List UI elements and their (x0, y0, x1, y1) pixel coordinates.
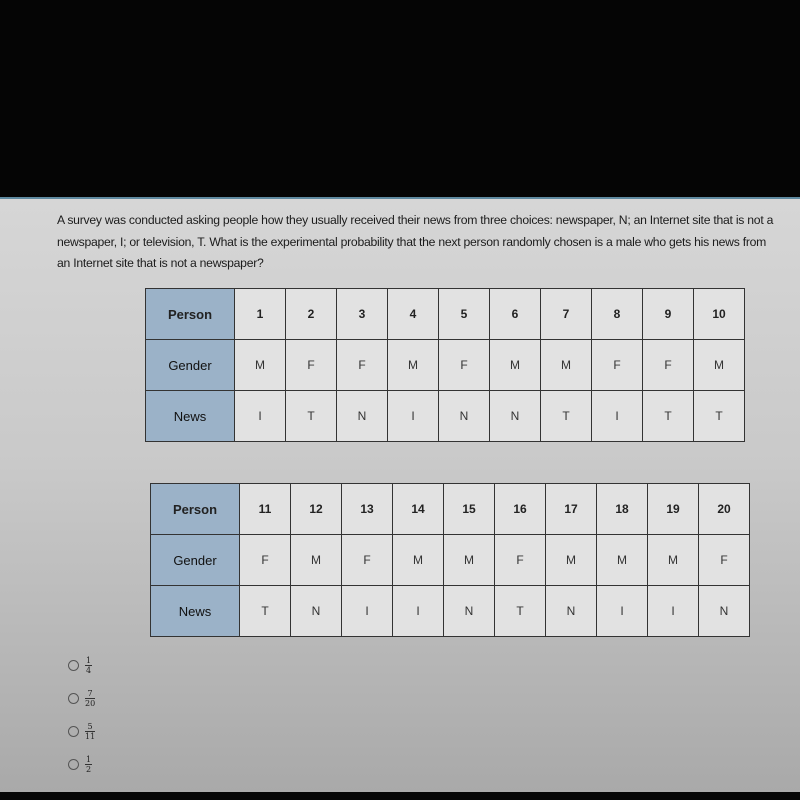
denominator: 2 (85, 765, 92, 774)
news-row: News ITNINNTITT (145, 390, 745, 442)
gender-cell: F (336, 339, 388, 391)
news-cell: N (489, 390, 541, 442)
gender-cell: M (387, 339, 439, 391)
person-cell: 6 (489, 288, 541, 340)
denominator: 11 (85, 732, 96, 741)
radio-button[interactable] (68, 759, 79, 770)
gender-cell: M (290, 534, 342, 586)
person-row: Person 1 2 3 4 5 6 7 8 9 10 (145, 288, 745, 340)
row-label-gender: Gender (145, 339, 235, 391)
answer-option-2[interactable]: 7 20 (68, 682, 96, 715)
row-label-gender: Gender (150, 534, 240, 586)
radio-button[interactable] (68, 726, 79, 737)
survey-table-2: Person 11 12 13 14 15 16 17 18 19 20 Gender FMFMM… (150, 483, 750, 637)
news-cell: T (642, 390, 694, 442)
gender-cell: M (234, 339, 286, 391)
gender-row: Gender MFFMFMMFFM (145, 339, 745, 391)
gender-cell: M (647, 534, 699, 586)
numerator: 7 (87, 689, 93, 698)
news-cell: I (392, 585, 444, 637)
news-cell: T (239, 585, 291, 637)
fraction: 7 20 (85, 689, 96, 708)
person-cell: 3 (336, 288, 388, 340)
radio-button[interactable] (68, 693, 79, 704)
fraction: 5 11 (85, 722, 96, 741)
news-cell: N (443, 585, 495, 637)
person-cell: 4 (387, 288, 439, 340)
denominator: 4 (85, 666, 92, 675)
person-cell: 14 (392, 483, 444, 535)
row-label-person: Person (145, 288, 235, 340)
row-label-person: Person (150, 483, 240, 535)
person-cell: 2 (285, 288, 337, 340)
gender-cell: F (591, 339, 643, 391)
person-cell: 1 (234, 288, 286, 340)
survey-table-1: Person 1 2 3 4 5 6 7 8 9 10 Gender MFFMFMMFFM New… (145, 288, 745, 442)
news-row: News TNIINTNIIN (150, 585, 750, 637)
gender-cell: M (489, 339, 541, 391)
news-cell: I (387, 390, 439, 442)
person-cell: 15 (443, 483, 495, 535)
news-cell: I (647, 585, 699, 637)
news-cell: T (693, 390, 745, 442)
gender-cell: M (392, 534, 444, 586)
gender-cell: F (698, 534, 750, 586)
answer-option-3[interactable]: 5 11 (68, 715, 96, 748)
gender-cell: M (545, 534, 597, 586)
person-cell: 5 (438, 288, 490, 340)
gender-cell: F (494, 534, 546, 586)
gender-row: Gender FMFMMFMMMF (150, 534, 750, 586)
fraction: 1 4 (85, 656, 92, 675)
radio-button[interactable] (68, 660, 79, 671)
gender-cell: F (341, 534, 393, 586)
numerator: 5 (87, 722, 93, 731)
person-cell: 18 (596, 483, 648, 535)
screen: A survey was conducted asking people how… (0, 197, 800, 792)
person-cell: 10 (693, 288, 745, 340)
answer-option-4[interactable]: 1 2 (68, 748, 95, 781)
gender-cell: M (540, 339, 592, 391)
gender-cell: F (438, 339, 490, 391)
person-cell: 20 (698, 483, 750, 535)
person-cell: 19 (647, 483, 699, 535)
gender-cell: M (443, 534, 495, 586)
news-cell: N (290, 585, 342, 637)
news-cell: I (591, 390, 643, 442)
fraction: 1 2 (85, 755, 92, 774)
answer-choices: 1 4 7 20 5 11 1 2 (68, 649, 96, 781)
news-cell: T (494, 585, 546, 637)
person-row: Person 11 12 13 14 15 16 17 18 19 20 (150, 483, 750, 535)
numerator: 1 (85, 755, 92, 764)
news-cell: I (234, 390, 286, 442)
row-label-news: News (145, 390, 235, 442)
news-cell: I (596, 585, 648, 637)
person-cell: 12 (290, 483, 342, 535)
news-cell: N (336, 390, 388, 442)
news-cell: I (341, 585, 393, 637)
news-cell: N (545, 585, 597, 637)
gender-cell: F (642, 339, 694, 391)
question-text: A survey was conducted asking people how… (57, 213, 774, 270)
person-cell: 11 (239, 483, 291, 535)
person-cell: 16 (494, 483, 546, 535)
row-label-news: News (150, 585, 240, 637)
person-cell: 8 (591, 288, 643, 340)
person-cell: 13 (341, 483, 393, 535)
news-cell: N (698, 585, 750, 637)
gender-cell: M (693, 339, 745, 391)
answer-option-1[interactable]: 1 4 (68, 649, 95, 682)
news-cell: T (540, 390, 592, 442)
numerator: 1 (85, 656, 92, 665)
news-cell: N (438, 390, 490, 442)
news-cell: T (285, 390, 337, 442)
gender-cell: M (596, 534, 648, 586)
person-cell: 17 (545, 483, 597, 535)
denominator: 20 (85, 699, 96, 708)
gender-cell: F (239, 534, 291, 586)
gender-cell: F (285, 339, 337, 391)
person-cell: 9 (642, 288, 694, 340)
person-cell: 7 (540, 288, 592, 340)
